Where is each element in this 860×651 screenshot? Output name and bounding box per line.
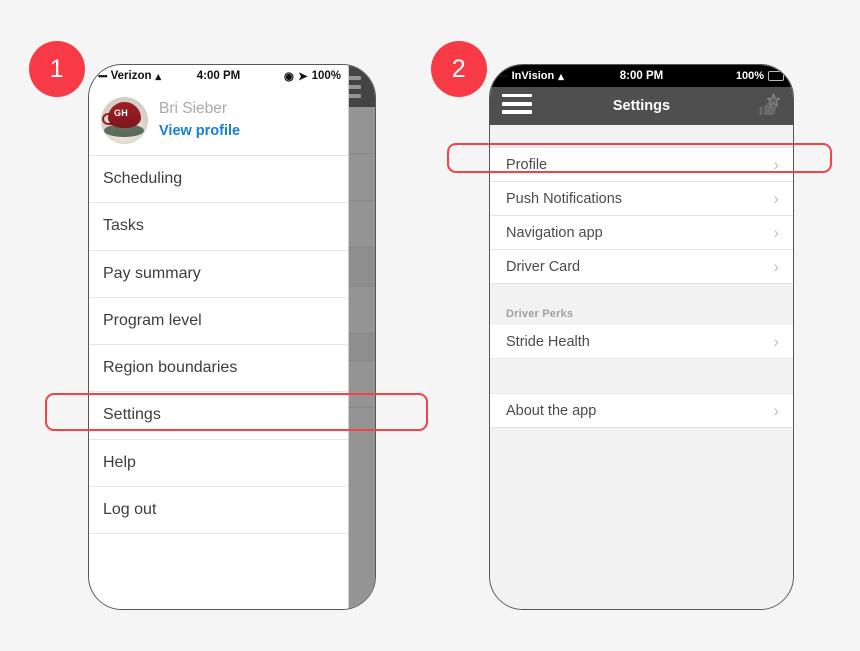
wifi-icon: ▴	[558, 70, 564, 83]
settings-row-label: Driver Card	[506, 258, 581, 275]
settings-screen-body: Profile › Push Notifications › Navigatio…	[490, 125, 793, 609]
navigation-drawer: •••• Verizon ▴ 4:00 PM ◉ ➤ 100% GH Bri S…	[89, 65, 349, 609]
phone-mockup-2: •••• InVision ▴ 8:00 PM 100% Settings Pr…	[489, 64, 794, 610]
wifi-icon: ▴	[155, 70, 162, 83]
drawer-item-help[interactable]: Help	[89, 439, 348, 488]
drawer-profile-block[interactable]: GH Bri Sieber View profile	[89, 87, 348, 155]
avatar-monogram: GH	[114, 108, 129, 118]
settings-row-about-the-app[interactable]: About the app ›	[490, 394, 793, 428]
settings-row-driver-card[interactable]: Driver Card ›	[490, 250, 793, 284]
settings-row-label: Push Notifications	[506, 190, 623, 207]
drawer-item-program-level[interactable]: Program level	[89, 297, 348, 346]
avatar[interactable]: GH	[101, 97, 148, 144]
drawer-item-settings[interactable]: Settings	[89, 392, 348, 440]
chevron-right-icon: ›	[773, 332, 779, 351]
chevron-right-icon: ›	[773, 257, 779, 276]
thumbs-up-star-icon[interactable]	[751, 92, 781, 119]
step-badge-2-number: 2	[451, 54, 467, 83]
status-bar-left: •••• Verizon ▴	[98, 70, 161, 83]
status-bar: •••• Verizon ▴ 4:00 PM ◉ ➤ 100%	[89, 65, 348, 87]
signal-dots-icon: ••••	[98, 71, 108, 81]
settings-list-gap	[490, 359, 793, 394]
nav-bar: Settings	[490, 87, 793, 125]
settings-section-driver-perks: Driver Perks	[490, 284, 793, 325]
drawer-item-pay-summary[interactable]: Pay summary	[89, 250, 348, 298]
status-bar-right: ◉ ➤ 100%	[284, 69, 341, 83]
drawer-item-region-boundaries[interactable]: Region boundaries	[89, 345, 348, 393]
battery-percent-label: 100%	[311, 70, 341, 82]
carrier-label: InVision	[511, 70, 555, 82]
phone-mockup-1: Profile Push Notifications Navigation ap…	[88, 64, 376, 610]
settings-row-profile[interactable]: Profile ›	[490, 147, 793, 182]
step-badge-1-number: 1	[49, 54, 65, 83]
profile-text-block: Bri Sieber View profile	[159, 99, 240, 142]
settings-row-push-notifications[interactable]: Push Notifications ›	[490, 182, 793, 216]
settings-list-filler	[490, 428, 793, 609]
drawer-menu-list: Scheduling Tasks Pay summary Program lev…	[89, 155, 348, 535]
drawer-item-scheduling[interactable]: Scheduling	[89, 156, 348, 204]
page-title: Settings	[612, 98, 671, 114]
chevron-right-icon: ›	[773, 189, 779, 208]
battery-percent-label: 100%	[735, 70, 764, 82]
battery-icon	[768, 71, 787, 81]
status-bar: •••• InVision ▴ 8:00 PM 100%	[490, 65, 793, 87]
chevron-right-icon: ›	[773, 155, 779, 174]
profile-name: Bri Sieber	[159, 100, 228, 117]
step-badge-2: 2	[431, 41, 487, 97]
phone-2-screen: •••• InVision ▴ 8:00 PM 100% Settings Pr…	[490, 65, 793, 609]
status-bar-left: •••• InVision ▴	[499, 70, 564, 83]
settings-row-label: Navigation app	[506, 224, 603, 241]
settings-row-stride-health[interactable]: Stride Health ›	[490, 325, 793, 359]
status-bar-right: 100%	[735, 70, 787, 82]
chevron-right-icon: ›	[773, 401, 779, 420]
settings-row-navigation-app[interactable]: Navigation app ›	[490, 216, 793, 250]
settings-list: Profile › Push Notifications › Navigatio…	[490, 147, 793, 428]
view-profile-link[interactable]: View profile	[159, 121, 240, 142]
phone-1-screen: Profile Push Notifications Navigation ap…	[89, 65, 375, 609]
step-badge-1: 1	[29, 41, 85, 97]
drawer-item-tasks[interactable]: Tasks	[89, 203, 348, 251]
settings-row-label: Stride Health	[506, 333, 590, 350]
hamburger-menu-icon[interactable]	[502, 93, 532, 118]
settings-row-label: Profile	[506, 156, 548, 173]
carrier-label: Verizon	[110, 70, 152, 82]
location-arrow-icon: ➤	[297, 71, 308, 83]
chevron-right-icon: ›	[773, 223, 779, 242]
signal-dots-icon: ••••	[499, 71, 509, 81]
drawer-item-log-out[interactable]: Log out	[89, 487, 348, 535]
list-top-padding	[490, 125, 793, 147]
settings-row-label: About the app	[506, 402, 597, 419]
location-lock-icon: ◉	[283, 71, 294, 83]
